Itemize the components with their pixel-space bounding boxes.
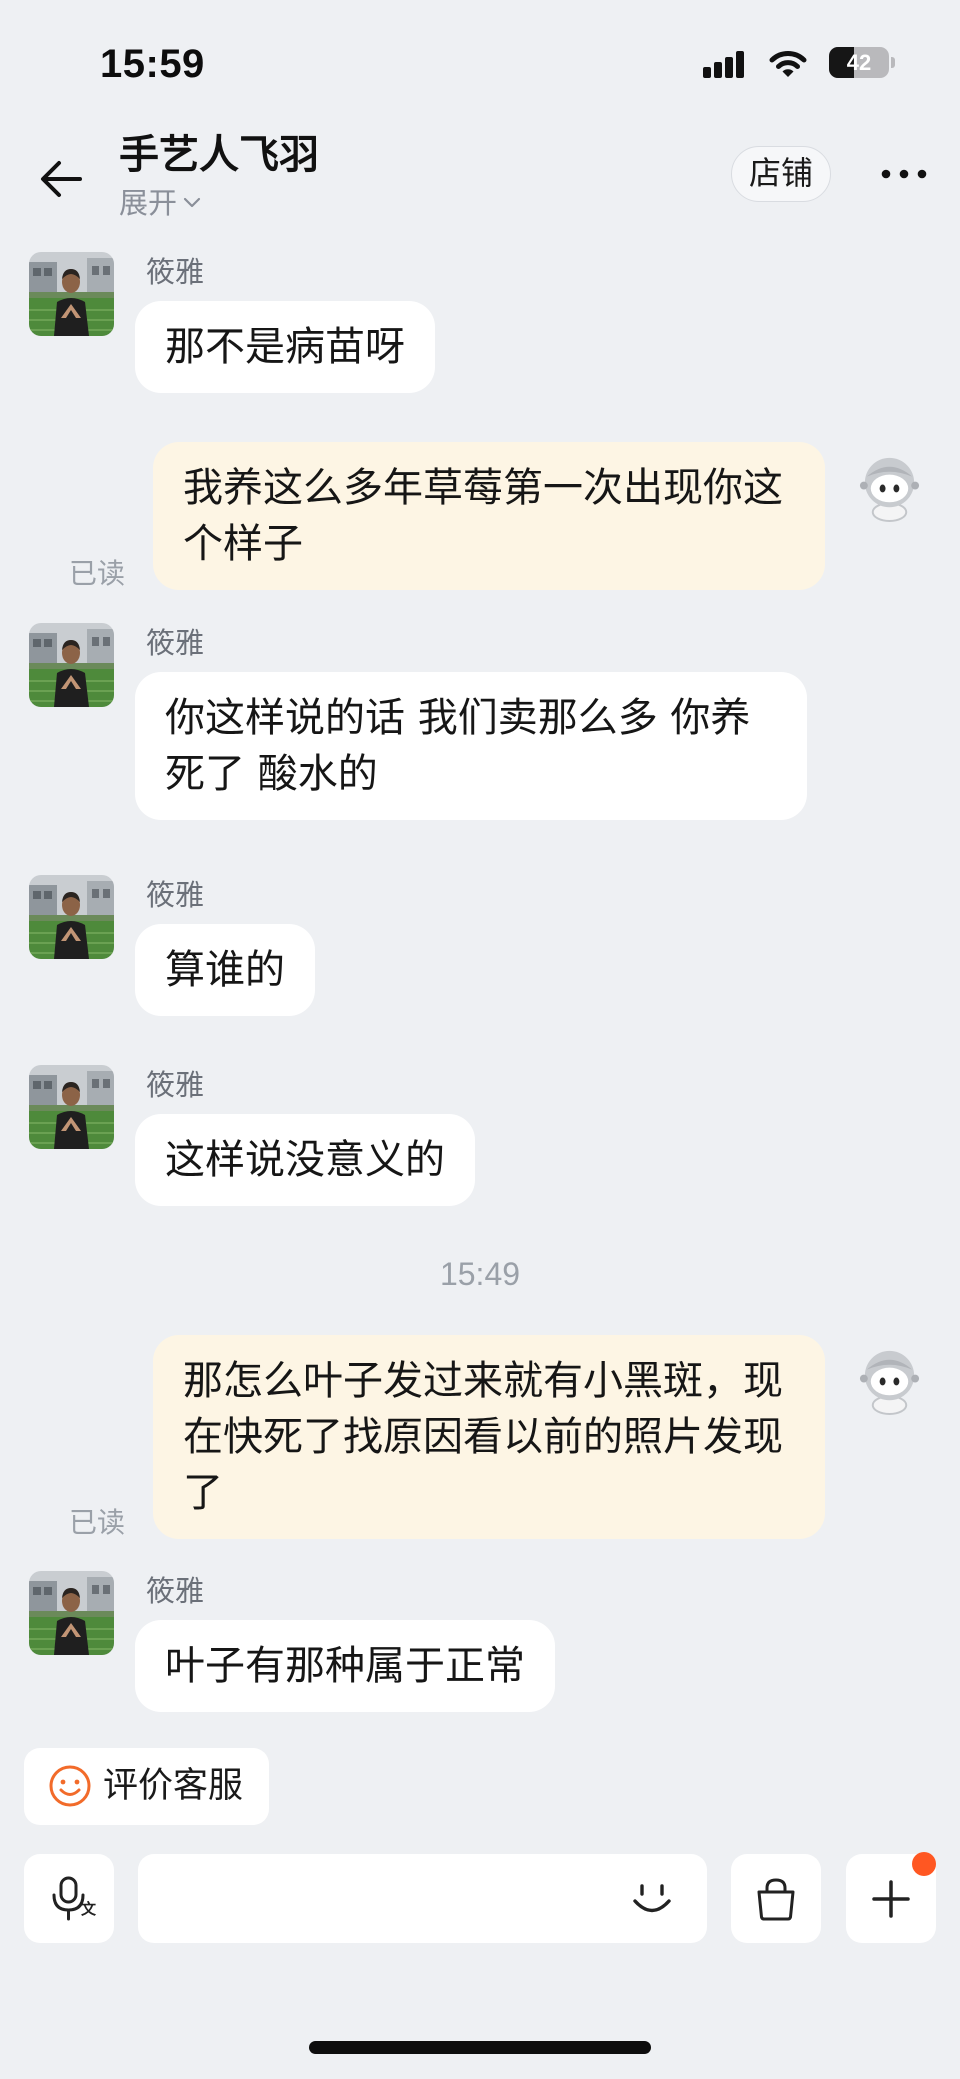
message-row: 筱雅 这样说没意义的 [0,1065,960,1206]
message-row-own: 已读 那怎么叶子发过来就有小黑斑，现在快死了找原因看以前的照片发现了 [0,1335,960,1539]
sender-name: 筱雅 [146,878,205,912]
time-divider: 15:49 [439,1256,521,1292]
expand-label: 展开 [119,186,178,220]
message-input-field[interactable] [138,1854,707,1943]
battery-percent: 42 [846,50,872,75]
message-text: 叶子有那种属于正常 [165,1643,525,1689]
arrow-left-icon [41,161,82,197]
avatar-photo [29,1571,114,1655]
message-row: 筱雅 算谁的 [0,875,960,1016]
more-button[interactable] [876,156,932,192]
message-text: 这样说没意义的 [165,1137,445,1183]
avatar-photo [29,1065,114,1149]
message-bubble-own[interactable]: 那怎么叶子发过来就有小黑斑，现在快死了找原因看以前的照片发现了 [153,1335,825,1539]
message-bubble[interactable]: 这样说没意义的 [135,1114,475,1206]
message-bubble-own[interactable]: 我养这么多年草莓第一次出现你这个样子 [153,442,825,590]
message-input[interactable] [158,1854,608,1943]
emoji-button[interactable] [626,1873,678,1925]
robot-avatar-icon [858,1349,921,1415]
avatar[interactable] [29,875,114,959]
chevron-down-icon [183,197,201,208]
shop-button[interactable] [731,1854,821,1943]
message-bubble[interactable]: 算谁的 [135,924,315,1016]
message-row: 筱雅 那不是病苗呀 [0,252,960,393]
chat-screen: 15:59 42 手艺人飞羽 展开 店铺 筱雅 那不是病苗呀 已读 我养这么多年… [0,0,960,2079]
emoji-icon [633,1884,671,1913]
message-row: 筱雅 叶子有那种属于正常 [0,1571,960,1712]
message-text: 那不是病苗呀 [165,324,405,370]
notification-dot [912,1852,936,1876]
avatar[interactable] [29,1571,114,1655]
message-bubble[interactable]: 你这样说的话 我们卖那么多 你养死了 酸水的 [135,672,807,820]
cellular-signal-icon [703,51,744,78]
plus-icon [872,1879,910,1918]
avatar-photo [29,875,114,959]
read-status: 已读 [69,557,126,590]
store-button[interactable]: 店铺 [731,146,831,202]
status-time: 15:59 [100,42,205,86]
expand-toggle[interactable]: 展开 [119,186,201,220]
shopping-bag-icon [757,1877,795,1920]
wifi-icon [769,51,807,77]
sender-name: 筱雅 [146,626,205,660]
message-row-own: 已读 我养这么多年草莓第一次出现你这个样子 [0,442,960,590]
voice-to-text-badge: 文 [81,1900,97,1918]
rate-service-button[interactable]: 评价客服 [24,1748,269,1825]
avatar-photo [29,252,114,336]
message-row: 筱雅 你这样说的话 我们卖那么多 你养死了 酸水的 [0,623,960,820]
avatar-photo [29,623,114,707]
message-text: 算谁的 [165,947,285,993]
home-indicator[interactable] [309,2041,651,2054]
smiley-icon [49,1765,91,1807]
sender-name: 筱雅 [146,1574,205,1608]
voice-input-button[interactable]: 文 [24,1854,114,1943]
robot-avatar-icon [858,456,921,522]
message-text: 我养这么多年草莓第一次出现你这个样子 [183,465,783,567]
avatar[interactable] [29,1065,114,1149]
sender-name: 筱雅 [146,1068,205,1102]
message-text: 你这样说的话 我们卖那么多 你养死了 酸水的 [165,695,751,797]
more-horizontal-icon [881,169,927,179]
more-actions-button[interactable] [846,1852,936,1943]
message-text: 那怎么叶子发过来就有小黑斑，现在快死了找原因看以前的照片发现了 [183,1358,783,1516]
battery-cap [891,57,895,68]
chat-title: 手艺人飞羽 [119,132,319,178]
rate-service-label: 评价客服 [103,1766,244,1806]
message-bubble[interactable]: 那不是病苗呀 [135,301,435,393]
back-button[interactable] [34,152,88,206]
own-avatar[interactable] [855,1346,924,1415]
own-avatar[interactable] [855,453,924,522]
avatar[interactable] [29,623,114,707]
message-bubble[interactable]: 叶子有那种属于正常 [135,1620,555,1712]
battery-icon: 42 [829,47,889,78]
sender-name: 筱雅 [146,255,205,289]
avatar[interactable] [29,252,114,336]
read-status: 已读 [69,1506,126,1539]
